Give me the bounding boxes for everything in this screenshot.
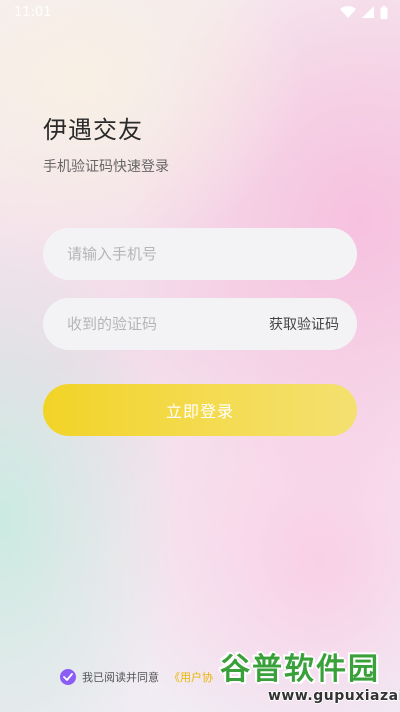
- status-time: 11:01: [14, 4, 52, 20]
- get-code-button[interactable]: 获取验证码: [269, 314, 339, 334]
- login-subtitle: 手机验证码快速登录: [43, 159, 169, 175]
- battery-icon: [380, 5, 388, 19]
- watermark-logo-text: 谷普软件园: [220, 652, 380, 687]
- app-title: 伊遇交友: [43, 116, 143, 144]
- phone-input[interactable]: [67, 245, 339, 263]
- code-field[interactable]: 获取验证码: [43, 298, 357, 350]
- login-button[interactable]: 立即登录: [43, 384, 357, 436]
- verification-code-input[interactable]: [67, 315, 269, 333]
- watermark-url: www.gupuxiazai.com: [268, 688, 400, 704]
- wifi-icon: [340, 6, 356, 18]
- signal-icon: [362, 6, 374, 18]
- phone-field[interactable]: [43, 228, 357, 280]
- checkbox-checked-icon[interactable]: [60, 669, 76, 685]
- status-icons: [340, 5, 388, 19]
- status-bar: 11:01: [0, 0, 400, 24]
- agreement-row: 我已阅读并同意 《用户协: [60, 668, 213, 686]
- login-screen: 11:01 伊遇交友 手机验证码快速登录 获取验证码 立即登录 我已阅读并同意 …: [0, 0, 400, 712]
- user-agreement-link[interactable]: 《用户协: [169, 669, 213, 685]
- agreement-text: 我已阅读并同意: [82, 671, 159, 684]
- watermark: 谷普软件园 www.gupuxiazai.com: [218, 646, 400, 712]
